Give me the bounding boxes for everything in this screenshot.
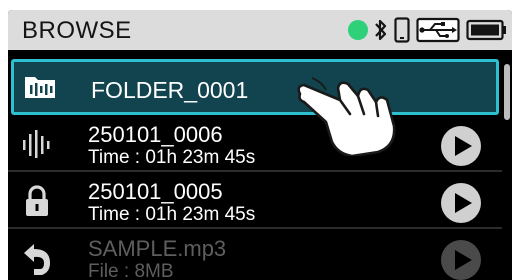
battery-icon xyxy=(466,19,506,41)
undo-icon xyxy=(20,241,54,275)
status-icons xyxy=(348,10,506,50)
phone-icon xyxy=(394,17,410,43)
bluetooth-icon xyxy=(374,18,388,42)
play-icon[interactable] xyxy=(440,182,482,224)
tap-hand-icon xyxy=(292,74,396,158)
list-item-file[interactable]: 250101_0006 Time : 01h 23m 45s xyxy=(8,115,502,172)
file-list: FOLDER_0001 250101_0006 Time : 01h 23m 4… xyxy=(8,50,512,280)
usb-power-icon xyxy=(416,17,460,43)
device-screen: BROWSE FOLDER_0001 250101_0006 Time: 01… xyxy=(8,10,512,280)
waveform-icon xyxy=(20,127,54,161)
play-icon[interactable] xyxy=(440,125,482,167)
list-item-name: 250101_0006 xyxy=(88,122,223,147)
list-item-name: SAMPLE.mp3 xyxy=(88,236,227,261)
list-item-file[interactable]: 250101_0005 Time : 01h 23m 45s xyxy=(8,172,502,229)
list-item-name: 250101_0005 xyxy=(88,179,223,204)
page-title: BROWSE xyxy=(22,17,132,44)
list-item-time: Time : 01h 23m 45s xyxy=(88,147,256,168)
folder-audio-icon xyxy=(23,70,57,104)
scrollbar[interactable] xyxy=(504,64,510,120)
status-dot-icon xyxy=(348,20,368,40)
list-item-folder[interactable]: FOLDER_0001 xyxy=(11,59,499,115)
list-item-size: File : 8MB xyxy=(88,261,174,280)
list-item-name: FOLDER_0001 xyxy=(91,77,249,103)
list-item-file[interactable]: SAMPLE.mp3 File : 8MB xyxy=(8,229,502,280)
play-icon[interactable] xyxy=(440,239,482,280)
list-item-time: Time : 01h 23m 45s xyxy=(88,204,256,225)
header-bar: BROWSE xyxy=(8,10,512,50)
lock-icon xyxy=(20,184,54,218)
